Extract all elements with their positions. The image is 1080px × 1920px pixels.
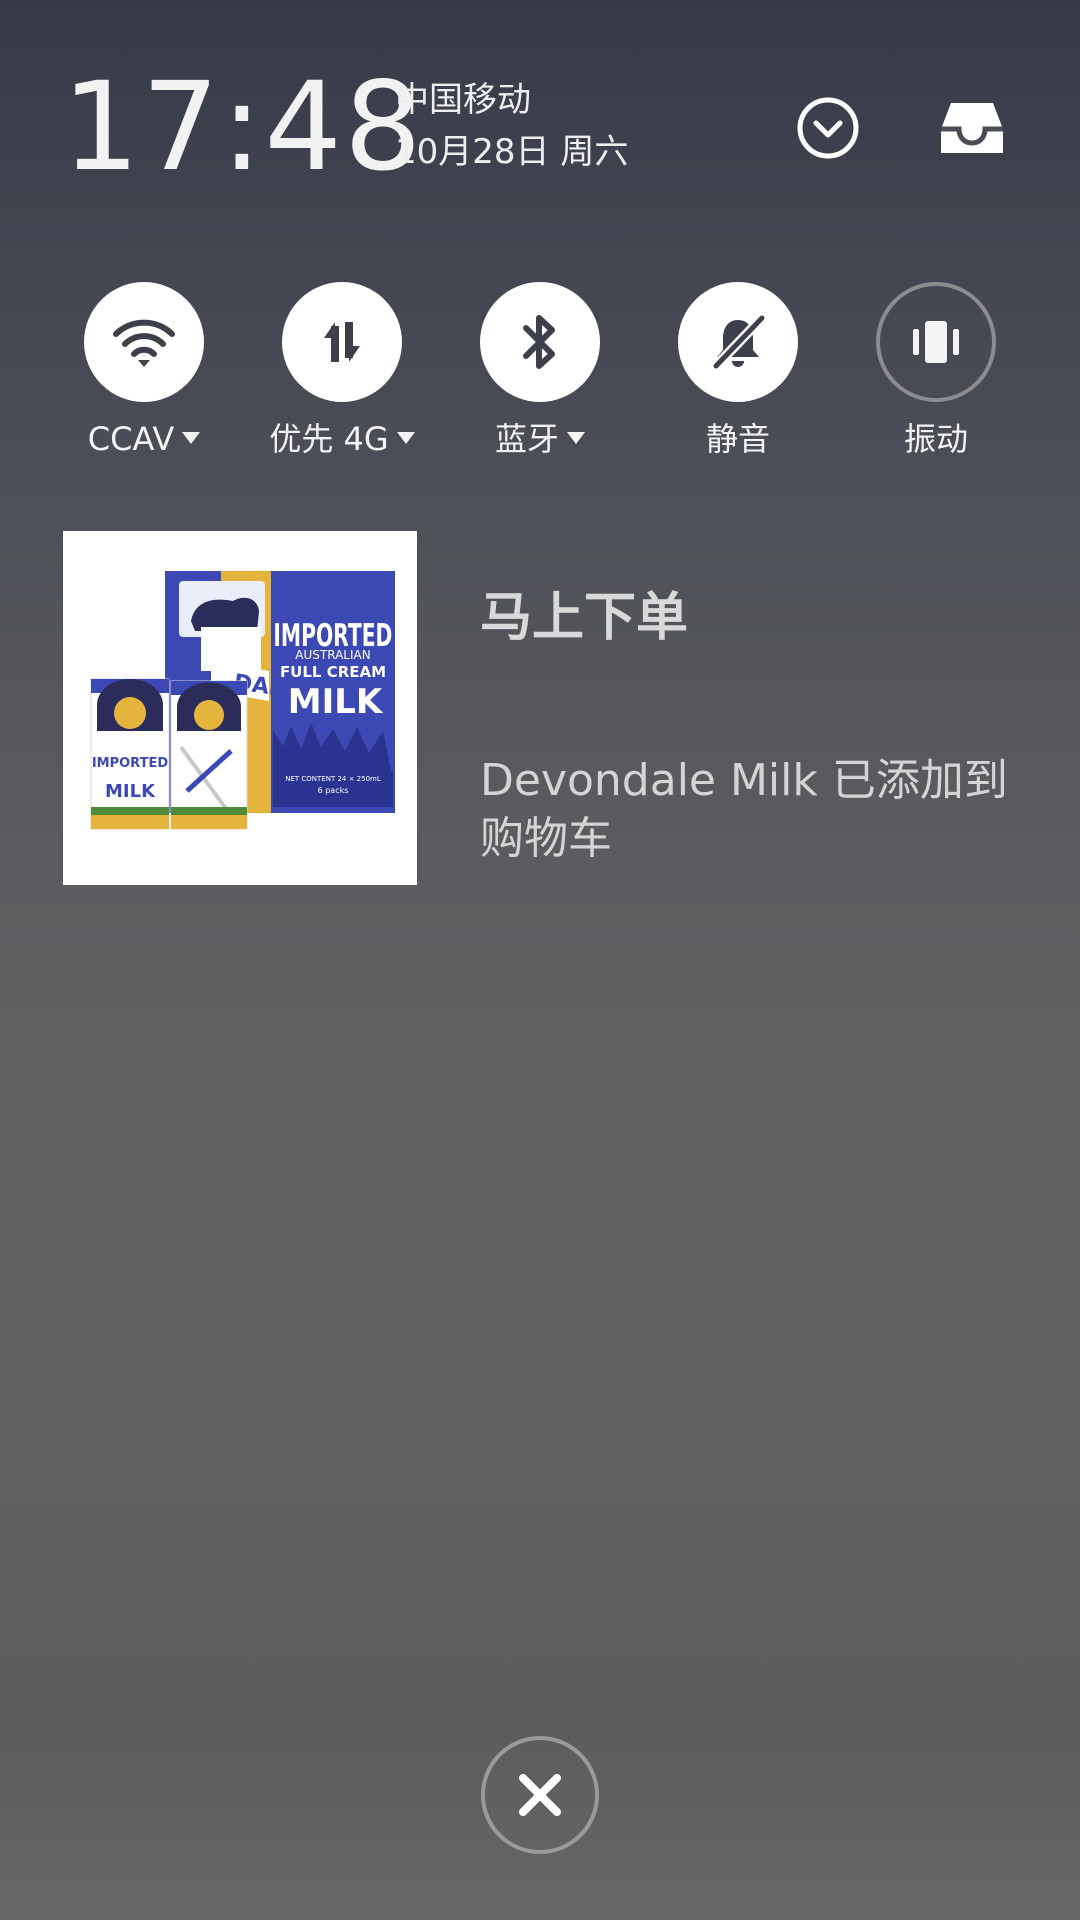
date-label: 10月28日 周六	[395, 132, 629, 172]
dropdown-caret-icon[interactable]	[182, 432, 201, 444]
box-net-content-text: NET CONTENT 24 × 250mL	[285, 775, 381, 783]
milk-carton-1: IMPORTED MILK	[90, 678, 170, 830]
tile-wifi-text: CCAV	[87, 420, 175, 458]
tile-mobile-data[interactable]: 优先 4G	[247, 282, 437, 462]
bluetooth-icon	[523, 315, 555, 369]
notification-inbox-icon[interactable]	[934, 90, 1010, 166]
dropdown-caret-icon[interactable]	[567, 432, 585, 444]
collapse-icon[interactable]	[790, 90, 866, 166]
tile-mute-button[interactable]	[678, 282, 798, 402]
tile-mobile-data-label[interactable]: 优先 4G	[247, 418, 437, 460]
tile-wifi[interactable]: CCAV	[49, 282, 239, 462]
tile-mute-label[interactable]: 静音	[643, 418, 833, 460]
tile-bluetooth-text: 蓝牙	[494, 420, 559, 458]
quick-settings-panel: CCAV 优先 4G 蓝牙 静音 振动	[0, 282, 1080, 462]
tile-wifi-label[interactable]: CCAV	[49, 418, 239, 460]
tile-bluetooth-button[interactable]	[480, 282, 600, 402]
box-fullcream-text: FULL CREAM	[280, 663, 386, 681]
notification-product-image[interactable]: DALE IMPORTED AUSTRALIAN FULL CREAM MILK…	[63, 531, 417, 885]
tile-wifi-button[interactable]	[84, 282, 204, 402]
milk-carton-2	[170, 680, 248, 830]
tile-vibrate-button[interactable]	[876, 282, 996, 402]
tile-vibrate-label[interactable]: 振动	[841, 418, 1031, 460]
mute-bell-icon	[712, 314, 766, 370]
tile-vibrate[interactable]: 振动	[841, 282, 1031, 462]
mobile-data-icon	[324, 322, 360, 362]
carton-milk-text: MILK	[105, 781, 156, 802]
dropdown-caret-icon[interactable]	[396, 432, 415, 444]
tile-bluetooth[interactable]: 蓝牙	[445, 282, 635, 462]
notification-title[interactable]: 马上下单	[480, 585, 688, 651]
carrier-name: 中国移动	[395, 80, 531, 120]
clock-time: 17:48	[62, 56, 424, 198]
notification-body[interactable]: Devondale Milk 已添加到购物车	[480, 752, 1020, 868]
wifi-icon	[113, 319, 175, 367]
milk-product-illustration: DALE IMPORTED AUSTRALIAN FULL CREAM MILK…	[63, 531, 417, 885]
clear-all-button[interactable]	[481, 1736, 599, 1854]
box-packs-text: 6 packs	[318, 786, 349, 795]
tile-mobile-data-text: 优先 4G	[269, 420, 389, 458]
vibrate-icon	[913, 321, 959, 363]
close-icon	[519, 1774, 561, 1816]
box-subtitle-text: AUSTRALIAN	[295, 648, 370, 662]
tile-mobile-data-button[interactable]	[282, 282, 402, 402]
tile-mute[interactable]: 静音	[643, 282, 833, 462]
box-milk-text: MILK	[288, 682, 384, 722]
tile-bluetooth-label[interactable]: 蓝牙	[445, 418, 635, 460]
carton-imported-text: IMPORTED	[92, 756, 169, 771]
